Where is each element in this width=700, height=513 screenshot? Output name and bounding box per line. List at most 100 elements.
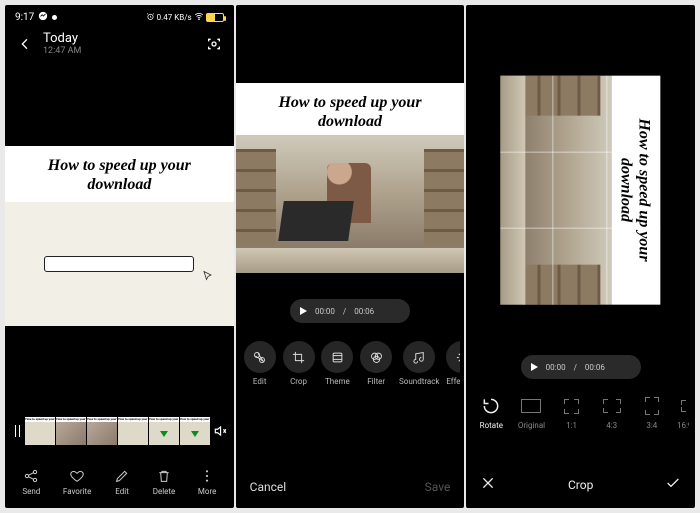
edit-label: Edit [115,487,129,496]
playback-duration: 00:06 [585,363,605,372]
media-title: How to speed up your download [5,146,234,202]
panel-video-editor: How to speed up your download 00:00/00:0… [236,5,465,508]
playback-control[interactable]: 00:00/00:06 [521,355,641,379]
cursor-icon [202,270,214,285]
tool-crop[interactable]: Crop [283,341,315,386]
close-button[interactable] [480,475,496,494]
aspect-ratio-row: Rotate Original 1:1 4:3 3:4 16:9 [466,389,695,434]
playback-control[interactable]: 00:00/00:06 [290,299,410,323]
messenger-icon [38,11,48,24]
crop-footer: Crop [466,463,695,508]
media-title-line2: download [248,112,453,131]
aspect-label: 3:4 [646,421,657,430]
editor-preview[interactable]: How to speed up your download [236,83,465,273]
header-title: Today [43,31,196,46]
send-label: Send [22,487,40,496]
media-title-line1: How to speed up your [634,88,652,293]
wifi-icon [194,11,204,23]
playback-duration: 00:06 [354,307,374,316]
corners-icon [597,395,627,417]
network-speed: 0.47 KB/s [157,13,192,22]
tool-soundtrack[interactable]: Soundtrack [399,341,439,386]
media-title-line1: How to speed up your [248,93,453,112]
lens-button[interactable] [206,36,222,52]
rotate-icon [476,395,506,417]
mute-button[interactable] [210,424,230,438]
status-bar: 9:17 0.47 KB/s [5,5,234,25]
tool-label: Crop [290,377,307,386]
rotate-button[interactable]: Rotate [476,395,506,430]
media-title: How to speed up your download [612,76,661,305]
tool-label: Filter [367,377,385,386]
header: Today 12:47 AM [5,25,234,66]
play-icon [531,363,538,371]
play-icon [300,307,307,315]
media-title: How to speed up your download [236,83,465,135]
media-title-line2: download [616,88,634,293]
more-button[interactable]: More [198,468,216,496]
panel-crop-editor: How to speed up your download 00:00/00:0… [466,5,695,508]
tool-filter[interactable]: Filter [360,341,392,386]
aspect-3-4[interactable]: 3:4 [637,395,667,430]
alarm-icon [146,12,155,23]
header-subtitle: 12:47 AM [43,46,196,56]
aspect-16-9[interactable]: 16:9 [677,395,689,430]
aspect-label: Original [518,421,545,430]
aspect-original[interactable]: Original [516,395,546,430]
panel-gallery-view: 9:17 0.47 KB/s Today 12:47 AM [5,5,234,508]
playback-position: 00:00 [546,363,566,372]
timeline-thumbnails[interactable]: How to speed up your How to speed up you… [25,417,210,445]
tool-label: Theme [325,377,350,386]
media-body [5,202,234,326]
thumbnail[interactable]: How to speed up your [149,417,179,445]
cancel-button[interactable]: Cancel [250,480,287,494]
favorite-button[interactable]: Favorite [63,468,91,496]
tool-theme[interactable]: Theme [321,341,353,386]
send-button[interactable]: Send [22,468,40,496]
save-button[interactable]: Save [425,480,451,494]
delete-button[interactable]: Delete [153,468,176,496]
corners-icon [557,395,587,417]
pause-button[interactable] [9,425,25,437]
aspect-label: 1:1 [566,421,577,430]
tool-label: Effects [446,377,460,386]
progress-bar-graphic [44,256,194,272]
editor-tool-row: Edit Crop Theme Filter Soundtrack Effect… [236,335,465,390]
crop-preview-wrap: How to speed up your download [466,45,695,335]
tool-edit[interactable]: Edit [244,341,276,386]
timeline-row: How to speed up your How to speed up you… [5,414,234,448]
media-title-line2: download [19,175,220,194]
back-button[interactable] [17,36,33,52]
tool-label: Edit [253,377,267,386]
aspect-label: 4:3 [606,421,617,430]
tool-label: Soundtrack [399,377,439,386]
thumbnail[interactable]: How to speed up your [87,417,117,445]
confirm-button[interactable] [665,475,681,494]
aspect-1-1[interactable]: 1:1 [557,395,587,430]
thumbnail[interactable]: How to speed up your [180,417,210,445]
media-title-line1: How to speed up your [19,156,220,175]
thumbnail[interactable]: How to speed up your [56,417,86,445]
aspect-label: Rotate [480,421,503,430]
corners-icon [677,395,689,417]
crop-preview[interactable]: How to speed up your download [501,76,661,305]
notification-dot-icon [52,15,57,20]
more-label: More [198,487,216,496]
aspect-label: 16:9 [677,421,689,430]
tool-effects[interactable]: Effects [446,341,460,386]
bottom-action-bar: Send Favorite Edit Delete More [5,458,234,508]
rectangle-icon [516,395,546,417]
media-photo [236,135,465,273]
media-preview[interactable]: How to speed up your download [5,146,234,326]
playback-position: 00:00 [315,307,335,316]
editor-footer: Cancel Save [236,468,465,508]
battery-icon [206,13,224,22]
aspect-4-3[interactable]: 4:3 [597,395,627,430]
status-time: 9:17 [15,12,34,23]
thumbnail[interactable]: How to speed up your [118,417,148,445]
media-photo [501,76,612,305]
thumbnail[interactable]: How to speed up your [25,417,55,445]
corners-icon [637,395,667,417]
edit-button[interactable]: Edit [114,468,130,496]
crop-title: Crop [568,478,593,492]
